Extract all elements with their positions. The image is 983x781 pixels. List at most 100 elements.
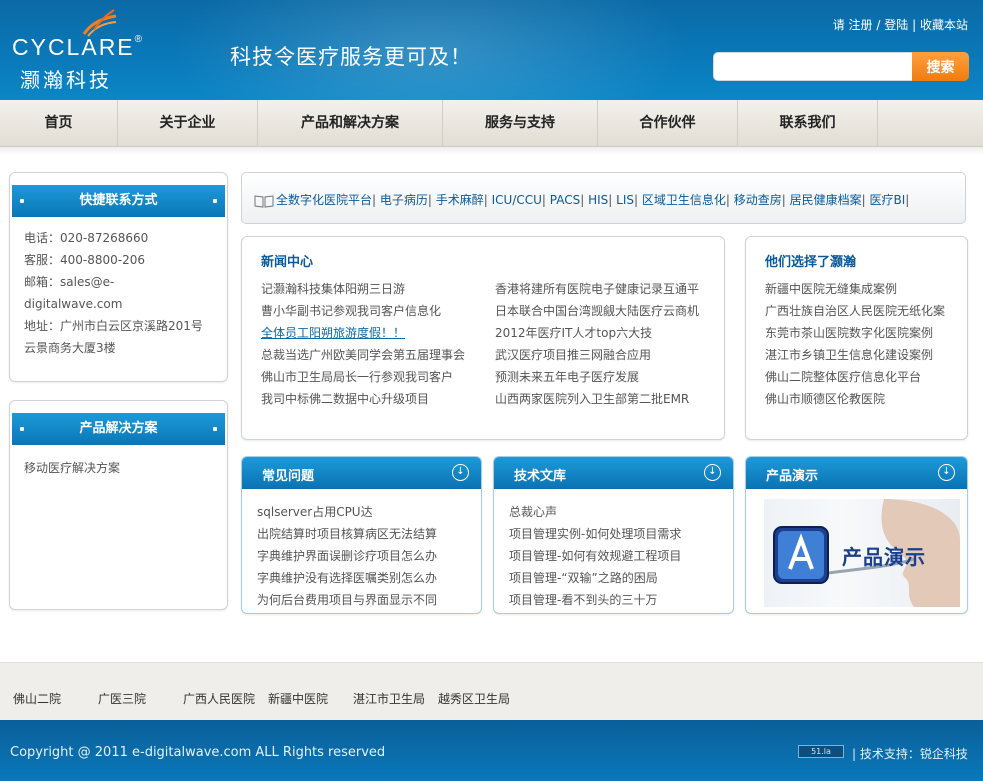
- news-item[interactable]: 预测未来五年电子医疗发展: [495, 366, 699, 388]
- contact-phone: 电话：020-87268660: [24, 231, 149, 245]
- news-item[interactable]: 2012年医疗IT人才top六大技: [495, 322, 699, 344]
- app-store-icon: [773, 526, 829, 584]
- nav-products[interactable]: 产品和解决方案: [258, 100, 443, 147]
- doc-item[interactable]: 项目管理-“双输”之路的困局: [509, 567, 681, 589]
- partner-link[interactable]: 新疆中医院: [268, 690, 328, 707]
- arrow-down-circle-icon[interactable]: ↓: [938, 464, 955, 481]
- bullet-icon: [20, 427, 24, 431]
- cases-title[interactable]: 他们选择了灏瀚: [765, 251, 856, 270]
- keyword-link[interactable]: ICU/CCU: [492, 193, 542, 207]
- keyword-link[interactable]: 区域卫生信息化: [642, 193, 726, 207]
- news-item[interactable]: 曹小华副书记参观我司客户信息化: [261, 300, 465, 322]
- case-item[interactable]: 广西壮族自治区人民医院无纸化案: [765, 300, 945, 322]
- logo-cn-text: 灏瀚科技: [20, 68, 112, 92]
- stats-badge[interactable]: 51.la: [798, 745, 844, 758]
- nav-contact[interactable]: 联系我们: [738, 100, 878, 147]
- doc-item[interactable]: 项目管理-如何有效规避工程项目: [509, 545, 681, 567]
- arrow-down-circle-icon[interactable]: ↓: [704, 464, 721, 481]
- news-box: 新闻中心 记灏瀚科技集体阳朔三日游 曹小华副书记参观我司客户信息化 全体员工阳朔…: [241, 236, 725, 440]
- news-item[interactable]: 记灏瀚科技集体阳朔三日游: [261, 278, 465, 300]
- news-title[interactable]: 新闻中心: [261, 251, 313, 270]
- faq-item[interactable]: 字典维护界面误删诊疗项目怎么办: [257, 545, 437, 567]
- faq-item[interactable]: 出院结算时项目核算病区无法结算: [257, 523, 437, 545]
- login-link[interactable]: 登陆: [884, 18, 908, 32]
- news-item[interactable]: 佛山市卫生局局长一行参观我司客户: [261, 366, 465, 388]
- faq-box: 常见问题 ↓ sqlserver占用CPU达 出院结算时项目核算病区无法结算 字…: [241, 456, 482, 614]
- keyword-link[interactable]: 移动查房: [734, 193, 782, 207]
- docs-header: 技术文库 ↓: [494, 457, 733, 489]
- top-links: 请 注册 / 登陆 | 收藏本站: [833, 16, 968, 33]
- contact-address: 地址：广州市白云区京溪路201号: [24, 319, 203, 333]
- case-item[interactable]: 湛江市乡镇卫生信息化建设案例: [765, 344, 945, 366]
- search-input[interactable]: [713, 52, 913, 81]
- main-nav: 首页 关于企业 产品和解决方案 服务与支持 合作伙伴 联系我们: [0, 100, 983, 147]
- faq-item[interactable]: 字典维护没有选择医嘱类别怎么办: [257, 567, 437, 589]
- keyword-link[interactable]: PACS: [550, 193, 580, 207]
- site-footer: Copyright @ 2011 e-digitalwave.com ALL R…: [0, 720, 983, 781]
- news-item[interactable]: 山西两家医院列入卫生部第二批EMR: [495, 388, 699, 410]
- partner-link[interactable]: 湛江市卫生局: [353, 690, 425, 707]
- faq-item[interactable]: 为何后台费用项目与界面显示不同: [257, 589, 437, 611]
- keyword-link[interactable]: 手术麻醉: [436, 193, 484, 207]
- news-item[interactable]: 武汉医疗项目推三网融合应用: [495, 344, 699, 366]
- news-list-right: 香港将建所有医院电子健康记录互通平 日本联合中国台湾觊觎大陆医疗云商机 2012…: [495, 278, 699, 410]
- demo-image-text: 产品演示: [842, 545, 926, 569]
- case-item[interactable]: 新疆中医院无缝集成案例: [765, 278, 945, 300]
- doc-item[interactable]: 总裁心声: [509, 501, 681, 523]
- doc-item[interactable]: 项目管理实例-如何处理项目需求: [509, 523, 681, 545]
- bullet-icon: [213, 199, 217, 203]
- solutions-box: 产品解决方案 移动医疗解决方案: [9, 400, 228, 610]
- solutions-box-title: 产品解决方案: [12, 413, 225, 445]
- news-list-left: 记灏瀚科技集体阳朔三日游 曹小华副书记参观我司客户信息化 全体员工阳朔旅游度假！…: [261, 278, 465, 410]
- faq-list: sqlserver占用CPU达 出院结算时项目核算病区无法结算 字典维护界面误删…: [257, 501, 437, 611]
- case-item[interactable]: 东莞市茶山医院数字化医院案例: [765, 322, 945, 344]
- docs-box: 技术文库 ↓ 总裁心声 项目管理实例-如何处理项目需求 项目管理-如何有效规避工…: [493, 456, 734, 614]
- search-button[interactable]: 搜索: [912, 52, 969, 81]
- nav-about[interactable]: 关于企业: [118, 100, 258, 147]
- solutions-list: 移动医疗解决方案: [24, 457, 219, 479]
- keyword-link[interactable]: 医疗BI: [869, 193, 905, 207]
- docs-title: 技术文库: [514, 469, 567, 484]
- arrow-down-circle-icon[interactable]: ↓: [452, 464, 469, 481]
- nav-services[interactable]: 服务与支持: [443, 100, 598, 147]
- keyword-link[interactable]: 全数字化医院平台: [276, 193, 372, 207]
- news-item[interactable]: 我司中标佛二数据中心升级项目: [261, 388, 465, 410]
- solution-item[interactable]: 移动医疗解决方案: [24, 457, 219, 479]
- news-item[interactable]: 日本联合中国台湾觊觎大陆医疗云商机: [495, 300, 699, 322]
- top-link-sep: |: [912, 18, 917, 32]
- keyword-link[interactable]: 居民健康档案: [790, 193, 862, 207]
- register-link[interactable]: 注册: [849, 18, 873, 32]
- nav-home[interactable]: 首页: [0, 100, 118, 147]
- partner-link[interactable]: 越秀区卫生局: [438, 690, 510, 707]
- keyword-link[interactable]: LIS: [616, 193, 634, 207]
- news-item[interactable]: 总裁当选广州欧美同学会第五届理事会: [261, 344, 465, 366]
- keyword-link[interactable]: 电子病历: [380, 193, 428, 207]
- demo-image[interactable]: 产品演示: [764, 499, 960, 607]
- case-item[interactable]: 佛山市顺德区伦教医院: [765, 388, 945, 410]
- news-item[interactable]: 香港将建所有医院电子健康记录互通平: [495, 278, 699, 300]
- copyright-text: Copyright @ 2011 e-digitalwave.com ALL R…: [10, 745, 386, 760]
- nav-partners[interactable]: 合作伙伴: [598, 100, 738, 147]
- partner-link[interactable]: 广医三院: [98, 690, 146, 707]
- contact-info: 电话：020-87268660 客服：400-8800-206 邮箱：sales…: [24, 227, 219, 359]
- logo-en-text: CYCLARE®: [12, 34, 145, 60]
- top-link-please: 请: [832, 18, 845, 32]
- top-link-sep: /: [876, 18, 881, 32]
- docs-list: 总裁心声 项目管理实例-如何处理项目需求 项目管理-如何有效规避工程项目 项目管…: [509, 501, 681, 611]
- keyword-bar: 全数字化医院平台| 电子病历| 手术麻醉| ICU/CCU| PACS| HIS…: [241, 172, 966, 224]
- case-item[interactable]: 佛山二院整体医疗信息化平台: [765, 366, 945, 388]
- bullet-icon: [213, 427, 217, 431]
- faq-item[interactable]: sqlserver占用CPU达: [257, 501, 437, 523]
- keyword-link[interactable]: HIS: [588, 193, 608, 207]
- cases-list: 新疆中医院无缝集成案例 广西壮族自治区人民医院无纸化案 东莞市茶山医院数字化医院…: [765, 278, 945, 410]
- news-item-hovered[interactable]: 全体员工阳朔旅游度假！！: [261, 322, 465, 344]
- partner-link[interactable]: 佛山二院: [13, 690, 61, 707]
- contact-box-title: 快捷联系方式: [12, 185, 225, 217]
- partner-link[interactable]: 广西人民医院: [183, 690, 255, 707]
- bookmark-link[interactable]: 收藏本站: [920, 18, 968, 32]
- slogan: 科技令医疗服务更可及！: [230, 45, 472, 69]
- keyword-list: 全数字化医院平台| 电子病历| 手术麻醉| ICU/CCU| PACS| HIS…: [254, 191, 909, 208]
- doc-item[interactable]: 项目管理-看不到头的三十万: [509, 589, 681, 611]
- logo[interactable]: CYCLARE® 灏瀚科技: [10, 8, 160, 92]
- site-header: CYCLARE® 灏瀚科技 科技令医疗服务更可及！ 请 注册 / 登陆 | 收藏…: [0, 0, 983, 100]
